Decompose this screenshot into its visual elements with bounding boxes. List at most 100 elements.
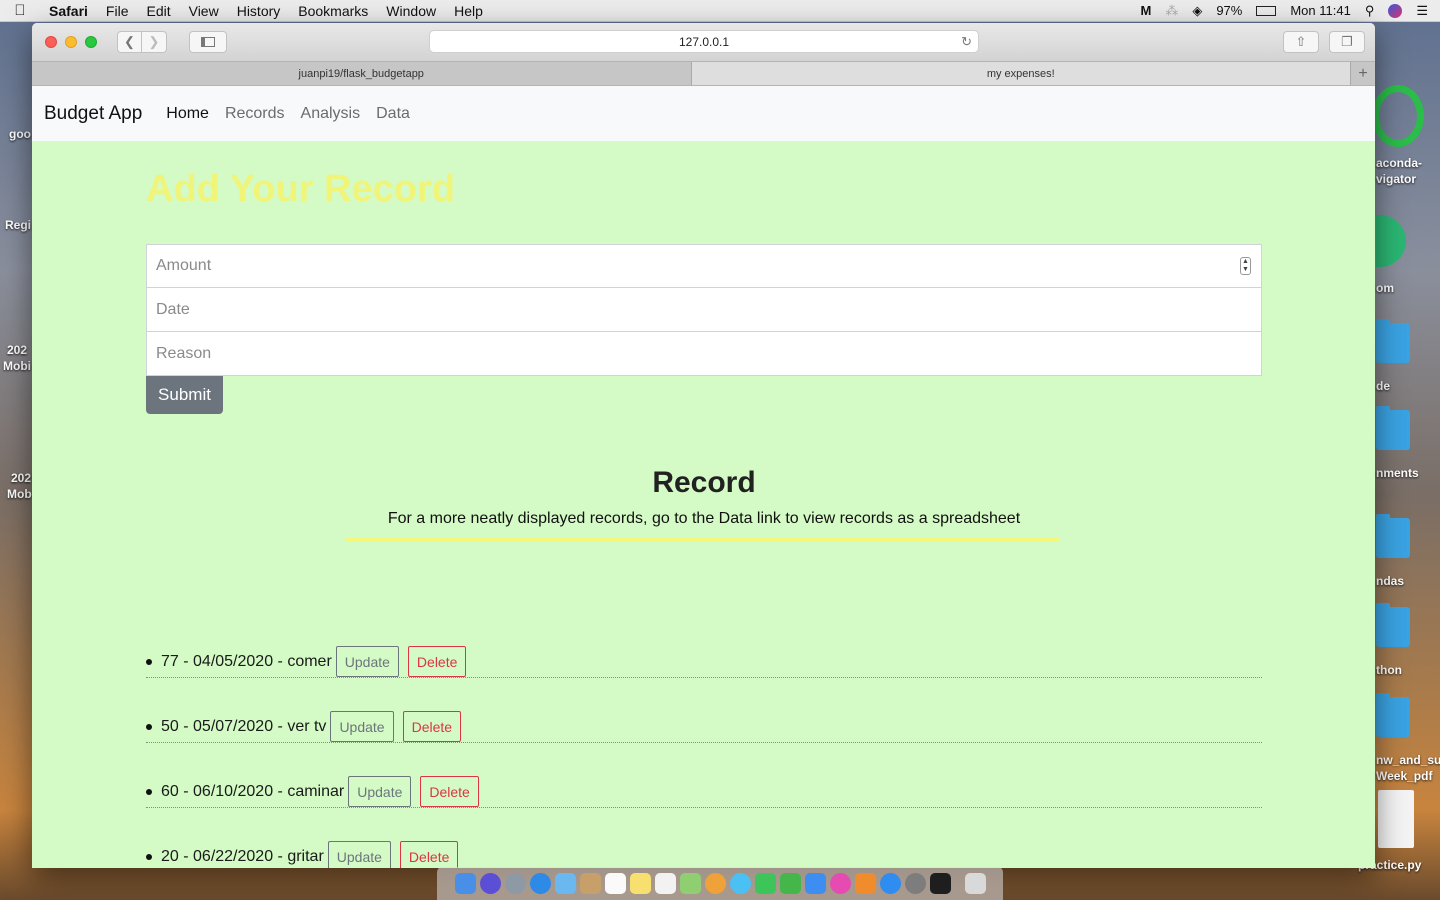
menu-history[interactable]: History [228, 3, 290, 19]
brand-link[interactable]: Budget App [44, 103, 142, 125]
nav-records[interactable]: Records [225, 105, 285, 123]
browser-window: ❮ ❯ 127.0.0.1 ↻ ⇧ ❐ juanpi19/flask_budge… [32, 23, 1375, 868]
forward-button[interactable]: ❯ [142, 31, 167, 53]
minimize-window-button[interactable] [65, 36, 77, 48]
desktop-label: vigator [1376, 172, 1417, 186]
safari-icon[interactable] [529, 873, 551, 894]
delete-button[interactable]: Delete [420, 776, 479, 807]
delete-button[interactable]: Delete [399, 841, 459, 868]
bluetooth-icon[interactable]: ⁂ [1165, 3, 1178, 19]
itunes-icon[interactable] [829, 873, 851, 894]
notes-icon[interactable] [629, 873, 651, 894]
apple-icon[interactable]:  [0, 2, 40, 19]
submit-button[interactable]: Submit [146, 376, 223, 414]
menu-app[interactable]: Safari [40, 3, 97, 19]
main-content: Add Your Record Amount ▲ ▼ Date Reason Su… [32, 168, 1262, 868]
address-bar[interactable]: 127.0.0.1 ↻ [429, 30, 979, 53]
record-form: Amount ▲ ▼ Date Reason Submit [146, 244, 1262, 414]
dock [437, 867, 1003, 900]
share-button[interactable]: ⇧ [1283, 31, 1319, 53]
amount-input[interactable]: Amount ▲ ▼ [146, 244, 1262, 288]
update-button[interactable]: Update [348, 776, 412, 807]
folder-icon[interactable] [1376, 514, 1410, 558]
trash-icon[interactable] [964, 873, 986, 894]
malwarebytes-icon[interactable]: M [1140, 3, 1151, 18]
desktop-label: Mobi [3, 359, 31, 373]
nav-data[interactable]: Data [376, 105, 410, 123]
reload-icon[interactable]: ↻ [961, 34, 972, 50]
update-button[interactable]: Update [327, 841, 391, 868]
messages-icon[interactable] [729, 873, 751, 894]
update-button[interactable]: Update [330, 711, 394, 742]
mail-icon[interactable] [554, 873, 576, 894]
zoom-window-button[interactable] [85, 36, 97, 48]
bullet-icon [146, 658, 152, 665]
notification-center-icon[interactable]: ☰ [1416, 3, 1428, 19]
show-tabs-button[interactable]: ❐ [1329, 31, 1365, 53]
finder-icon[interactable] [454, 873, 476, 894]
update-button[interactable]: Update [335, 646, 399, 677]
calendar-icon[interactable] [604, 873, 626, 894]
delete-button[interactable]: Delete [402, 711, 462, 742]
app-store-icon[interactable] [879, 873, 901, 894]
nav-analysis[interactable]: Analysis [301, 105, 361, 123]
tab-my-expenses[interactable]: my expenses! [691, 62, 1351, 85]
folder-icon[interactable] [1376, 603, 1410, 647]
page-title: Add Your Record [146, 168, 455, 210]
numbers-icon[interactable] [779, 873, 801, 894]
system-preferences-icon[interactable] [904, 873, 926, 894]
spotlight-icon[interactable]: ⚲ [1365, 3, 1375, 19]
folder-icon[interactable] [1376, 319, 1410, 363]
desktop-label: 202 [11, 471, 32, 485]
menu-help[interactable]: Help [445, 3, 492, 19]
share-icon: ⇧ [1295, 34, 1307, 49]
desktop-label: nments [1376, 466, 1419, 480]
folder-icon[interactable] [1376, 693, 1410, 737]
ibooks-icon[interactable] [854, 873, 876, 894]
terminal-icon[interactable] [929, 873, 951, 894]
record-text: 77 - 04/05/2020 - comer [161, 652, 332, 670]
desktop-label: thon [1376, 663, 1402, 677]
keynote-icon[interactable] [804, 873, 826, 894]
close-window-button[interactable] [45, 36, 57, 48]
siri-dock-icon[interactable] [479, 873, 501, 894]
amount-placeholder: Amount [156, 257, 212, 274]
contacts-icon[interactable] [579, 873, 601, 894]
desktop-label: ndas [1376, 574, 1405, 588]
divider [346, 538, 1060, 541]
menu-edit[interactable]: Edit [137, 3, 179, 19]
desktop-label: aconda- [1376, 156, 1423, 170]
menu-view[interactable]: View [180, 3, 228, 19]
menu-file[interactable]: File [97, 3, 138, 19]
maps-icon[interactable] [679, 873, 701, 894]
date-input[interactable]: Date [146, 288, 1262, 332]
nav-home[interactable]: Home [166, 105, 209, 123]
window-controls [45, 36, 97, 48]
battery-icon[interactable] [1256, 5, 1277, 16]
back-button[interactable]: ❮ [117, 31, 142, 53]
sidebar-toggle-button[interactable] [189, 31, 227, 53]
clock[interactable]: Mon 11:41 [1290, 3, 1350, 18]
tab-github[interactable]: juanpi19/flask_budgetapp [32, 62, 692, 85]
menu-window[interactable]: Window [377, 3, 445, 19]
photos-icon[interactable] [704, 873, 726, 894]
desktop-app-icon[interactable] [1376, 215, 1406, 267]
record-text: 20 - 06/22/2020 - gritar [161, 847, 324, 865]
desktop-anaconda-icon[interactable] [1372, 85, 1424, 147]
battery-percent[interactable]: 97% [1216, 3, 1242, 18]
sidebar-icon [201, 37, 215, 47]
menu-bookmarks[interactable]: Bookmarks [289, 3, 377, 19]
reason-input[interactable]: Reason [146, 332, 1262, 376]
folder-icon[interactable] [1376, 406, 1410, 450]
launchpad-icon[interactable] [504, 873, 526, 894]
reminders-icon[interactable] [654, 873, 676, 894]
reason-placeholder: Reason [156, 344, 212, 362]
new-tab-button[interactable]: + [1351, 62, 1375, 85]
siri-icon[interactable] [1388, 3, 1403, 18]
number-stepper-icon[interactable]: ▲ ▼ [1240, 257, 1251, 275]
wifi-icon[interactable]: ◈ [1192, 3, 1202, 19]
delete-button[interactable]: Delete [407, 646, 467, 677]
facetime-icon[interactable] [754, 873, 776, 894]
desktop-label: Mob [7, 487, 32, 501]
python-file-icon[interactable] [1378, 790, 1414, 848]
